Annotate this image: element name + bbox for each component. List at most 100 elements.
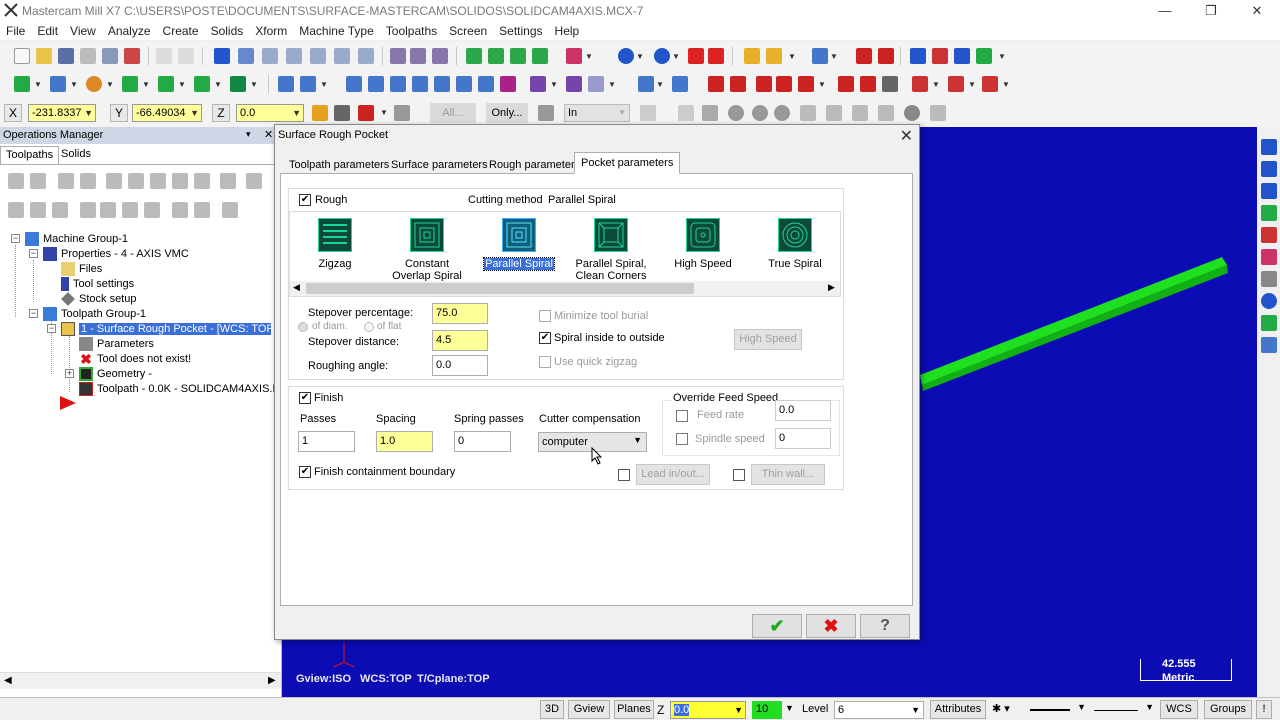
expand-operation-icon[interactable]: − [47,324,56,333]
status-level-field[interactable]: 6 ▼ [834,701,924,719]
fillet-icon[interactable] [158,76,174,92]
panel-close-icon[interactable]: ✕ [264,128,273,141]
analyze-chain-icon[interactable] [432,48,448,64]
shading-dropdown-icon[interactable]: ▼ [585,52,593,61]
view-side-icon[interactable] [1261,183,1277,199]
insert-arrow-marker-icon[interactable] [60,396,76,410]
menu-create[interactable]: Create [157,22,205,38]
passes-field[interactable]: 1 [298,431,355,452]
autocursor-icon[interactable] [312,105,328,121]
finish-checkbox[interactable]: ✔ [299,392,311,404]
toolpath-contour-icon[interactable] [672,76,688,92]
tab-rough-parameters[interactable]: Rough parameters [482,154,587,174]
tab-toolpaths[interactable]: Toolpaths [0,146,60,164]
sketch-icon[interactable] [358,105,374,121]
print-icon[interactable] [80,48,96,64]
status-alert-button[interactable]: ! [1256,700,1272,719]
toolpath-lathe-dropdown-icon[interactable]: ▼ [818,80,826,89]
method-scroll-thumb[interactable] [306,283,694,294]
tree-geometry[interactable]: Geometry - [79,367,152,381]
method-high-speed[interactable]: High Speed [663,218,743,270]
expand-ops-icon[interactable] [172,202,188,218]
window-select-icon[interactable] [678,105,694,121]
select-all-button[interactable]: All... [430,103,476,123]
tab-toolpath-parameters[interactable]: Toolpath parameters [282,154,396,174]
trim-icon[interactable] [300,76,316,92]
globe-icon[interactable] [618,48,634,64]
menu-help[interactable]: Help [549,22,586,38]
window-arrange-icon[interactable] [588,76,604,92]
view-custom-icon[interactable] [1261,227,1277,243]
array-icon[interactable] [478,76,494,92]
minimize-button[interactable]: — [1142,0,1188,22]
help-button[interactable]: ? [860,614,910,638]
shading-icon[interactable] [566,48,582,64]
toggle-post-icon[interactable] [52,202,68,218]
line-dropdown-icon[interactable]: ▼ [70,80,78,89]
tree-properties[interactable]: Properties - 4 - AXIS VMC [43,247,189,261]
delete-ops-icon[interactable] [220,173,236,189]
roughing-angle-field[interactable]: 0.0 [432,355,488,376]
circle-dropdown-icon[interactable]: ▼ [106,80,114,89]
redo-icon[interactable] [178,48,194,64]
tool-manager-icon[interactable] [948,76,964,92]
move-up-icon[interactable] [100,202,116,218]
wireframe-dropdown-icon[interactable]: ▼ [550,80,558,89]
delete-icon[interactable] [278,76,294,92]
level-icon[interactable] [932,48,948,64]
restore-button[interactable]: ❐ [1188,0,1234,22]
x-coordinate-field[interactable]: -231.8337 ▼ [28,104,96,122]
toolpath-drill-icon[interactable] [638,76,654,92]
tool-manager-dropdown-icon[interactable]: ▼ [968,80,976,89]
operations-hscrollbar[interactable]: ◀ ▶ [0,672,281,689]
spline-dropdown-icon[interactable]: ▼ [214,80,222,89]
view-front-icon[interactable] [1261,161,1277,177]
method-parallel-spiral[interactable]: Parallel Spiral [479,218,559,271]
highfeed-icon[interactable] [194,173,210,189]
stock-dropdown-icon[interactable]: ▼ [1002,80,1010,89]
context-help-icon[interactable] [878,48,894,64]
status-groups-button[interactable]: Groups [1204,700,1252,719]
status-attributes-button[interactable]: Attributes [930,700,986,719]
sphere-dropdown-icon[interactable]: ▼ [672,52,680,61]
solid-extrude-icon[interactable] [466,48,482,64]
menu-analyze[interactable]: Analyze [102,22,157,38]
menu-machine-type[interactable]: Machine Type [293,22,380,38]
lock-ops-icon[interactable] [8,202,24,218]
z-dropdown-icon[interactable]: ▼ [292,105,301,121]
sketch-dropdown-icon[interactable]: ▼ [380,108,388,117]
insert-arrow-icon[interactable] [122,202,138,218]
rectangle-dropdown-icon[interactable]: ▼ [142,80,150,89]
method-true-spiral[interactable]: True Spiral [755,218,835,270]
rectangle-icon[interactable] [122,76,138,92]
tree-toolpath-group[interactable]: Toolpath Group-1 [43,307,146,321]
regen-dirty-icon[interactable] [80,173,96,189]
sigma-icon[interactable] [954,48,970,64]
menu-solids[interactable]: Solids [205,22,250,38]
verify-ops-icon[interactable] [128,173,144,189]
menu-screen[interactable]: Screen [443,22,493,38]
solid-select-body-icon[interactable] [774,105,790,121]
point-icon[interactable] [14,76,30,92]
zoom-window-icon[interactable] [262,48,278,64]
feed-rate-field[interactable]: 0.0 [775,400,831,421]
close-window-button[interactable]: ✕ [1234,0,1280,22]
surface-dropdown-icon[interactable]: ▼ [250,80,258,89]
pencil-icon[interactable] [744,48,760,64]
thin-wall-button[interactable]: Thin wall... [751,464,825,485]
thin-wall-checkbox[interactable] [733,469,745,481]
solid-select-back-icon[interactable] [852,105,868,121]
fit-icon[interactable] [238,48,254,64]
tab-surface-parameters[interactable]: Surface parameters [384,154,495,174]
selection-settings-icon[interactable] [538,105,554,121]
status-gview-button[interactable]: Gview [568,700,610,719]
scroll-right-icon[interactable]: ▶ [268,675,276,686]
select-all-ops-icon[interactable] [8,173,24,189]
dialog-close-icon[interactable]: ✕ [900,126,913,146]
expand-properties-icon[interactable]: − [29,249,38,258]
spindle-speed-field[interactable]: 0 [775,428,831,449]
analyze-entity-icon[interactable] [410,48,426,64]
grid-icon[interactable] [566,76,582,92]
globe-dropdown-icon[interactable]: ▼ [636,52,644,61]
fastpoint-icon[interactable] [334,105,350,121]
